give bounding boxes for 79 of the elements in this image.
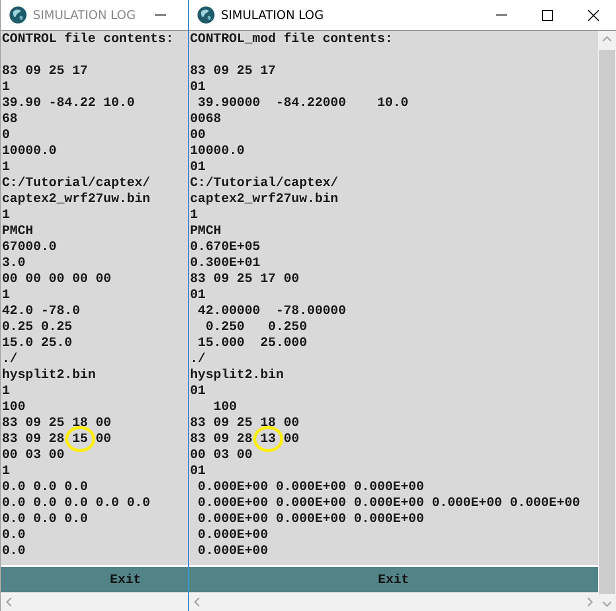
log-line: 100 — [2, 399, 26, 414]
log-line: 1 — [2, 207, 10, 222]
window-title: SIMULATION LOG — [221, 8, 324, 22]
globe-logo-icon — [197, 6, 215, 24]
log-line: ./ — [190, 351, 206, 366]
log-line: CONTROL file contents: — [2, 31, 174, 46]
log-line: 00 03 00 — [2, 447, 64, 462]
circled-number: 15 — [65, 426, 95, 452]
exit-button[interactable]: Exit — [1, 565, 188, 592]
log-line: 83 09 28 — [190, 431, 254, 446]
exit-button[interactable]: Exit — [189, 565, 598, 592]
close-icon[interactable] — [588, 10, 598, 20]
log-line: 83 09 28 — [2, 431, 66, 446]
log-line: 0.000E+00 — [196, 543, 268, 558]
log-line: 1 — [2, 383, 10, 398]
horizontal-scrollbar[interactable] — [1, 592, 188, 611]
log-line: 00 — [190, 127, 206, 142]
log-line: 15.0 25.0 — [2, 335, 72, 350]
log-line: 67000.0 — [2, 239, 57, 254]
log-line: 39.90000 -84.22000 10.0 — [196, 95, 408, 110]
log-line: 100 — [212, 399, 237, 414]
log-line: 0.670E+05 — [190, 239, 260, 254]
log-line: 1 — [2, 287, 10, 302]
log-line: 83 09 25 17 — [190, 63, 276, 78]
log-line: 01 — [190, 159, 206, 174]
log-line: 1 — [2, 463, 10, 478]
log-line: 39.90 -84.22 10.0 — [2, 95, 135, 110]
log-line: 0.000E+00 0.000E+00 0.000E+00 0.000E+00 0.000E+00 — [196, 495, 580, 510]
horizontal-scrollbar[interactable] — [189, 592, 598, 611]
log-line: 0.000E+00 — [196, 527, 268, 542]
log-line: 42.0 -78.0 — [2, 303, 80, 318]
log-line: 3.0 — [2, 255, 26, 270]
log-line: captex2_wrf27uw.bin — [2, 191, 150, 206]
log-line: 01 — [190, 463, 206, 478]
log-line: 00 03 00 — [190, 447, 252, 462]
log-line: 00 — [282, 431, 300, 446]
window-title: SIMULATION LOG — [33, 8, 136, 22]
log-line: 0.0 0.0 0.0 0.0 0.0 — [2, 495, 150, 510]
vertical-scrollbar[interactable] — [598, 31, 616, 611]
log-line: captex2_wrf27uw.bin — [190, 191, 338, 206]
log-line: 0.0 0.0 0.0 — [2, 479, 88, 494]
log-line: 00 00 00 00 00 — [2, 271, 112, 286]
log-line: 1 — [2, 159, 10, 174]
log-line: 68 — [2, 111, 18, 126]
log-line: 1 — [190, 207, 198, 222]
circled-number: 13 — [253, 426, 283, 452]
log-line: 01 — [190, 79, 206, 94]
log-line: 42.00000 -78.00000 — [196, 303, 346, 318]
minimize-icon[interactable] — [154, 14, 166, 16]
log-line: 0 — [2, 127, 10, 142]
log-line: 83 09 25 17 00 — [190, 271, 300, 286]
log-line: 0.25 0.25 — [2, 319, 72, 334]
log-line: 0.300E+01 — [190, 255, 260, 270]
log-line: 0.0 — [2, 527, 26, 542]
log-line: ./ — [2, 351, 18, 366]
log-line: hysplit2.bin — [190, 367, 284, 382]
log-line: 83 09 25 17 — [2, 63, 88, 78]
log-line: 10000.0 — [190, 143, 245, 158]
minimize-icon[interactable] — [496, 14, 506, 16]
log-line: 0068 — [190, 111, 222, 126]
log-line: 00 — [94, 431, 112, 446]
log-line: 15.000 25.000 — [196, 335, 308, 350]
log-line: 01 — [190, 287, 206, 302]
log-line: CONTROL_mod file contents: — [190, 31, 393, 46]
globe-logo-icon — [9, 6, 27, 24]
log-line: C:/Tutorial/captex/ — [2, 175, 150, 190]
log-line: 01 — [190, 383, 206, 398]
log-line: 0.0 — [2, 543, 26, 558]
log-line: 1 — [2, 79, 10, 94]
log-line: 0.0 0.0 0.0 — [2, 511, 88, 526]
log-line: 10000.0 — [2, 143, 57, 158]
log-line: 0.000E+00 0.000E+00 0.000E+00 — [196, 479, 424, 494]
log-line: PMCH — [2, 223, 34, 238]
maximize-icon[interactable] — [542, 10, 552, 20]
log-line: C:/Tutorial/captex/ — [190, 175, 338, 190]
log-line: 0.250 0.250 — [204, 319, 308, 334]
log-line: hysplit2.bin — [2, 367, 96, 382]
log-line: 0.000E+00 0.000E+00 0.000E+00 — [196, 511, 424, 526]
log-line: PMCH — [190, 223, 222, 238]
